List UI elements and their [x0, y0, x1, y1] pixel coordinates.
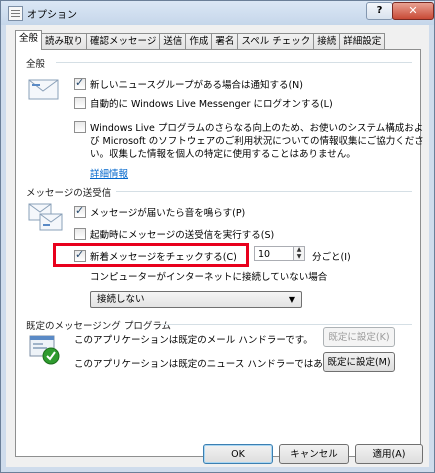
tab-strip: 全般 読み取り 確認メッセージ 送信 作成 署名 スペル チェック 接続 詳細設…: [15, 30, 386, 50]
tab-connection[interactable]: 接続: [313, 33, 341, 50]
send-receive-envelopes-icon: [28, 203, 63, 231]
cancel-button[interactable]: キャンセル: [279, 444, 349, 464]
default-mail-text: このアプリケーションは既定のメール ハンドラーです。: [74, 335, 313, 346]
newsgroup-envelope-icon: [28, 79, 59, 100]
chevron-down-icon: ▼: [288, 295, 295, 304]
check-interval-input[interactable]: 10: [254, 246, 294, 261]
set-default-mail-button[interactable]: 既定に設定(K): [323, 327, 395, 347]
options-app-icon: [8, 6, 23, 21]
window-title: オプション: [27, 10, 77, 21]
improvement-label-line1[interactable]: Windows Live プログラムのさらなる向上のため、お使いのシステム構成お…: [90, 120, 423, 134]
tab-spelling[interactable]: スペル チェック: [237, 33, 315, 50]
notify-newsgroups-checkbox[interactable]: [74, 76, 86, 90]
title-bar[interactable]: オプション ? ✕: [1, 1, 434, 25]
auto-logon-checkbox[interactable]: [74, 97, 86, 109]
details-link[interactable]: 詳細情報: [90, 166, 128, 180]
default-program-separator: [161, 324, 412, 325]
offline-behavior-value: 接続しない: [97, 294, 145, 305]
tab-send[interactable]: 送信: [159, 33, 187, 50]
tab-receipts[interactable]: 確認メッセージ: [86, 33, 161, 50]
help-button[interactable]: ?: [366, 2, 393, 20]
tab-general[interactable]: 全般: [15, 30, 43, 50]
ok-button[interactable]: OK: [203, 444, 273, 464]
check-interval-spinner[interactable]: ▲ ▼: [293, 246, 305, 261]
check-new-messages-checkbox[interactable]: [74, 248, 86, 262]
play-sound-checkbox[interactable]: [74, 204, 86, 218]
improvement-program-checkbox[interactable]: [74, 121, 86, 133]
tab-signatures[interactable]: 署名: [211, 33, 239, 50]
default-program-check-icon: [29, 335, 60, 365]
tab-compose[interactable]: 作成: [185, 33, 213, 50]
apply-button[interactable]: 適用(A): [355, 444, 423, 464]
send-receive-group-label: メッセージの送受信: [26, 188, 112, 199]
tab-advanced[interactable]: 詳細設定: [339, 33, 386, 50]
options-dialog: オプション ? ✕ 全般 読み取り 確認メッセージ 送信 作成 署名 スペル チ…: [0, 0, 435, 473]
spin-down-icon[interactable]: ▼: [294, 254, 304, 260]
dialog-client-area: 全般 読み取り 確認メッセージ 送信 作成 署名 スペル チェック 接続 詳細設…: [6, 25, 429, 467]
play-sound-label[interactable]: メッセージが届いたら音を鳴らす(P): [90, 205, 245, 219]
send-receive-separator: [116, 191, 412, 192]
improvement-label-line2[interactable]: び Microsoft のソフトウェアのご利用状況についての情報収集にご協力くだ…: [90, 133, 424, 147]
offline-behavior-label: コンピューターがインターネットに接続していない場合: [90, 272, 328, 283]
general-separator: [56, 62, 412, 63]
general-group-label: 全般: [26, 59, 46, 70]
improvement-label-line3[interactable]: い。収集した情報を個人の特定に使用することはありません。: [90, 146, 356, 160]
close-button[interactable]: ✕: [392, 2, 434, 20]
general-tab-panel: 全般 新しいニュースグループがある場合は通知する(N) 自動的に Windows…: [15, 49, 424, 457]
send-receive-on-start-label[interactable]: 起動時にメッセージの送受信を実行する(S): [90, 227, 274, 241]
set-default-news-button[interactable]: 既定に設定(M): [323, 352, 395, 372]
send-receive-on-start-checkbox[interactable]: [74, 228, 86, 240]
check-interval-unit: 分ごと(I): [312, 252, 351, 263]
auto-logon-label[interactable]: 自動的に Windows Live Messenger にログオンする(L): [90, 96, 333, 110]
tab-read[interactable]: 読み取り: [41, 33, 88, 50]
default-program-group-label: 既定のメッセージング プログラム: [26, 321, 172, 332]
check-new-messages-label[interactable]: 新着メッセージをチェックする(C): [90, 249, 237, 263]
offline-behavior-select[interactable]: 接続しない ▼: [90, 291, 302, 308]
notify-newsgroups-label[interactable]: 新しいニュースグループがある場合は通知する(N): [90, 77, 303, 91]
